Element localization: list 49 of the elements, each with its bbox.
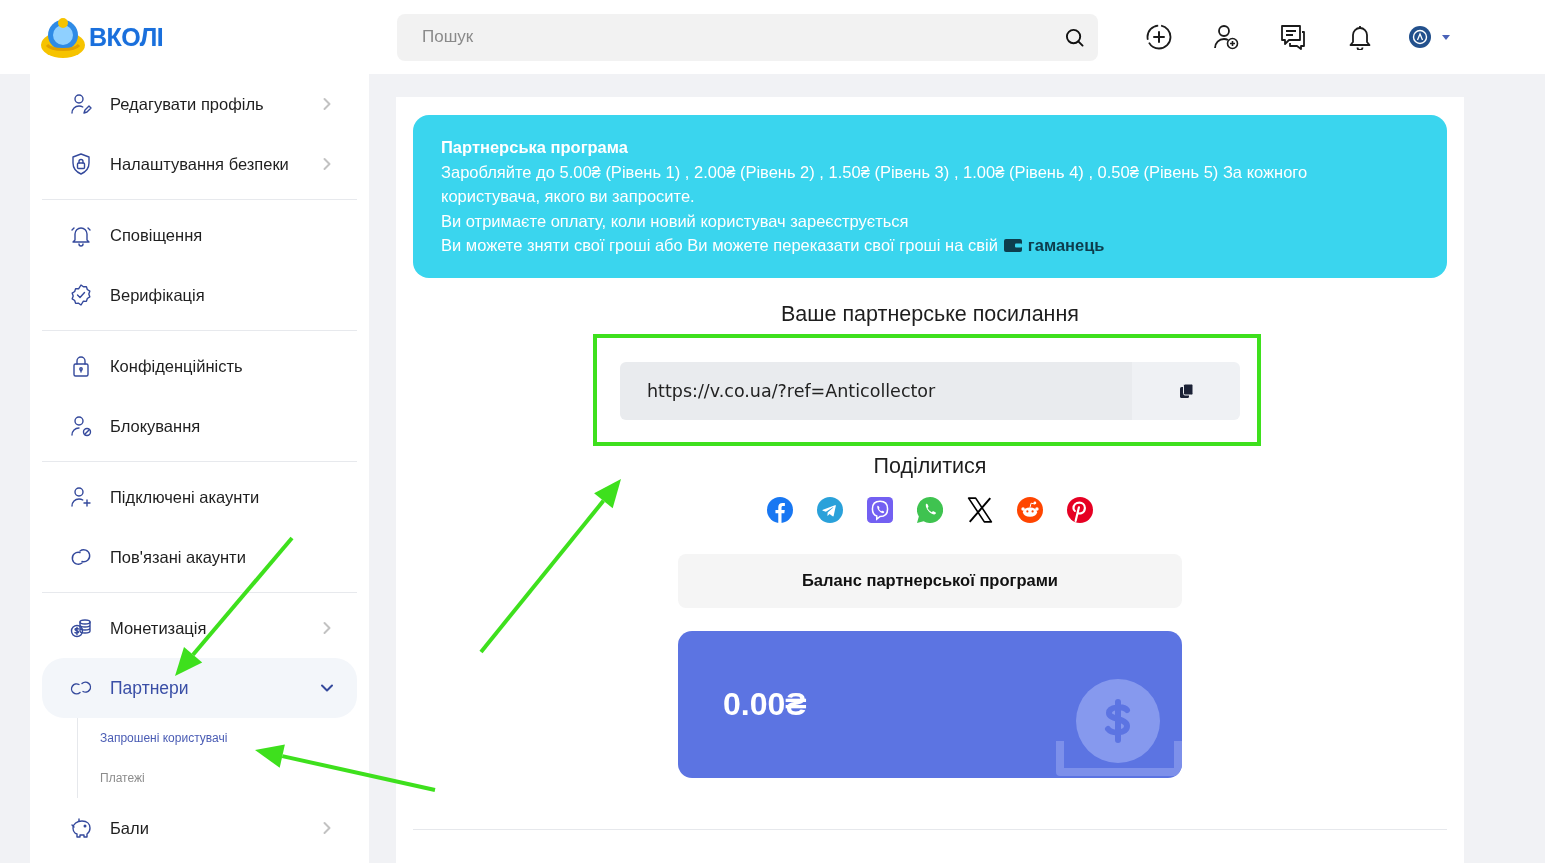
user-plus-icon — [69, 485, 93, 509]
user-edit-icon — [69, 92, 93, 116]
facebook-icon[interactable] — [767, 496, 793, 523]
logo-emblem-icon — [38, 15, 88, 59]
sidebar-item[interactable]: Сповіщення — [42, 205, 357, 265]
coins-icon — [69, 616, 93, 640]
viber-icon[interactable] — [867, 496, 893, 523]
pinterest-icon[interactable] — [1067, 496, 1093, 523]
info-title: Партнерська програма — [441, 137, 629, 158]
sidebar-item[interactable]: Блокування — [42, 396, 357, 456]
info-text: Ви можете зняти свої гроші або Ви можете переказати свої гроші на свій — [441, 235, 998, 256]
referral-link-field[interactable]: https://v.co.ua/?ref=Anticollector — [620, 361, 1132, 420]
sidebar-item[interactable]: Бали — [42, 798, 357, 858]
x-icon[interactable] — [967, 496, 993, 523]
sidebar-item[interactable]: Підключені акаунти — [42, 467, 357, 527]
logo-text[interactable]: ВКОЛІ — [89, 22, 164, 52]
sidebar-item[interactable]: Партнери — [42, 658, 357, 718]
chat-icon[interactable] — [1280, 24, 1306, 50]
submenu-item[interactable]: Запрошені користувачі — [100, 718, 228, 758]
add-icon[interactable] — [1146, 24, 1172, 50]
sidebar-item[interactable]: Верифікація — [42, 265, 357, 325]
copy-button[interactable] — [1132, 361, 1240, 420]
balance-heading: Баланс партнерської програми — [678, 553, 1182, 608]
sidebar-item[interactable]: Налаштування безпеки — [42, 134, 357, 194]
telegram-icon[interactable] — [817, 496, 843, 523]
search-icon[interactable] — [1065, 27, 1084, 47]
user-block-icon — [69, 414, 93, 438]
sidebar-item[interactable]: Конфіденційність — [42, 336, 357, 396]
badge-check-icon — [69, 283, 93, 307]
wallet-link[interactable]: гаманець — [1027, 233, 1105, 258]
balance-amount: 0.00₴ — [723, 685, 807, 723]
sidebar-item[interactable]: Редагувати профіль — [42, 74, 357, 134]
info-text: Ви отримаєте оплату, коли новий користувач зареєструється — [441, 210, 910, 232]
shield-lock-icon — [69, 152, 93, 176]
piggy-bank-icon — [69, 816, 93, 840]
wallet-icon — [1003, 238, 1022, 253]
submenu-item[interactable]: Платежі — [100, 758, 145, 798]
caret-icon[interactable] — [1442, 34, 1450, 40]
user-add-icon[interactable] — [1213, 24, 1239, 50]
sidebar-item[interactable]: Пов'язані акаунти — [42, 527, 357, 587]
copy-icon — [1179, 383, 1193, 398]
reddit-icon[interactable] — [1017, 496, 1043, 523]
avatar-icon[interactable] — [1409, 26, 1431, 48]
info-text: Заробляйте до 5.00₴ (Рівень 1) , 2.00₴ (Рівень 2) , 1.50₴ (Рівень 3) , 1.00₴ (Рівень 4) , 0.50₴ (Рівень 5) За кожного користувача, якого ви запросите. — [441, 161, 1309, 207]
search-field[interactable]: Пошук — [397, 13, 1098, 61]
bell-icon[interactable] — [1347, 24, 1373, 50]
share-title: Поділитися — [873, 453, 987, 478]
sidebar-item[interactable]: Монетизація — [42, 598, 357, 658]
referral-title: Ваше партнерське посилання — [781, 301, 1079, 326]
